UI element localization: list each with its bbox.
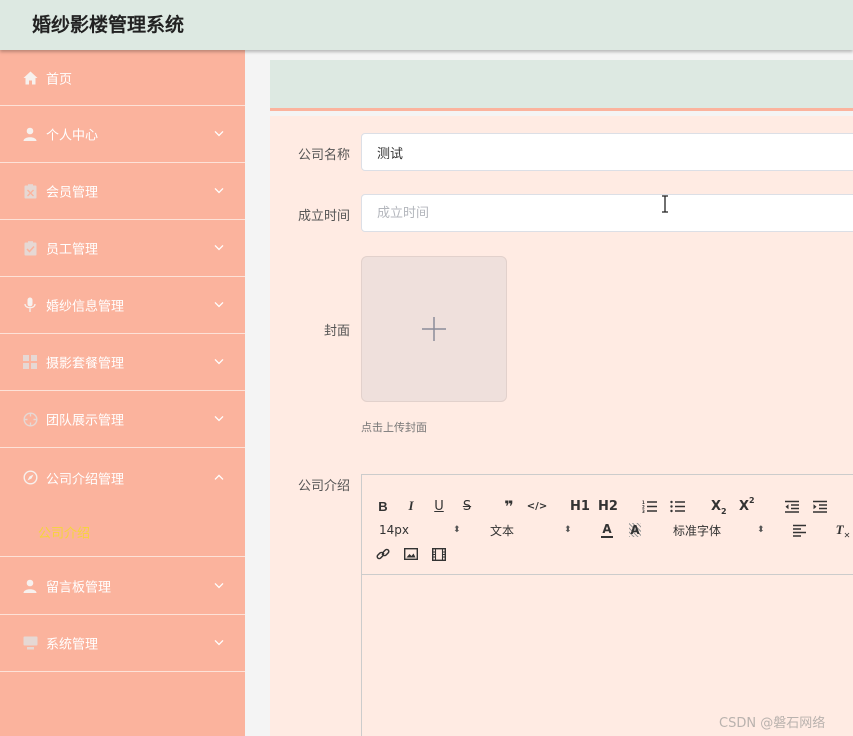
image-icon[interactable] bbox=[400, 544, 422, 564]
font-color-icon[interactable]: A bbox=[596, 520, 618, 540]
align-left-icon[interactable] bbox=[788, 520, 810, 540]
sidebar-item-photo-package[interactable]: 摄影套餐管理 bbox=[0, 334, 245, 391]
cover-upload-button[interactable] bbox=[361, 256, 507, 402]
text-cursor-icon bbox=[662, 195, 668, 213]
blockquote-icon[interactable]: ❞ bbox=[498, 496, 520, 516]
company-intro-label: 公司介绍 bbox=[297, 479, 350, 494]
user-icon bbox=[22, 126, 38, 142]
font-family-select[interactable]: 标准字体 ⬍ bbox=[673, 520, 768, 540]
sidebar-item-label: 公司介绍管理 bbox=[46, 472, 125, 487]
sidebar: 首页 个人中心 会员管理 员工管理 婚纱信息管理 摄影套餐管理 团队展示管理 公… bbox=[0, 50, 245, 736]
heading1-label: H1 bbox=[570, 498, 590, 514]
main-content: 公司名称 成立时间 封面 点击上传封面 公司介绍 B I U S ❞ </> H… bbox=[245, 50, 853, 736]
founded-date-label: 成立时间 bbox=[297, 209, 350, 224]
sidebar-item-label: 留言板管理 bbox=[46, 580, 112, 595]
sidebar-item-label: 系统管理 bbox=[46, 637, 99, 653]
chevron-down-icon bbox=[214, 358, 224, 365]
sidebar-item-label: 个人中心 bbox=[46, 128, 99, 144]
superscript-label: X bbox=[739, 498, 750, 514]
font-size-select[interactable]: 14px ⬍ bbox=[379, 520, 463, 540]
sidebar-item-company-intro-management[interactable]: 公司介绍管理 bbox=[0, 448, 245, 507]
watermark: CSDN @磐石网络 bbox=[719, 716, 826, 731]
code-icon[interactable]: </> bbox=[526, 496, 548, 516]
sidebar-item-label: 婚纱信息管理 bbox=[46, 299, 125, 315]
sidebar-item-label: 首页 bbox=[46, 72, 73, 87]
upload-tip: 点击上传封面 bbox=[361, 421, 427, 434]
chevron-down-icon bbox=[214, 244, 224, 251]
sidebar-subitem-label: 公司介绍 bbox=[38, 526, 91, 541]
chevron-down-icon bbox=[214, 415, 224, 422]
block-type-value: 文本 bbox=[490, 523, 515, 538]
sidebar-subitem-company-intro[interactable]: 公司介绍 bbox=[0, 507, 245, 557]
sidebar-item-label: 会员管理 bbox=[46, 185, 99, 201]
bold-button[interactable]: B bbox=[372, 496, 394, 516]
sidebar-item-team-display[interactable]: 团队展示管理 bbox=[0, 391, 245, 448]
home-icon bbox=[22, 70, 38, 86]
subscript-label: X bbox=[711, 498, 722, 514]
sidebar-item-home[interactable]: 首页 bbox=[0, 50, 245, 106]
video-icon[interactable] bbox=[428, 544, 450, 564]
chevron-down-icon bbox=[214, 639, 224, 646]
clipboard-icon bbox=[22, 183, 38, 199]
app-title: 婚纱影楼管理系统 bbox=[32, 14, 185, 36]
clipboard-check-icon bbox=[22, 240, 38, 256]
strikethrough-button[interactable]: S bbox=[456, 496, 478, 516]
chevron-down-icon bbox=[214, 301, 224, 308]
select-arrows-icon: ⬍ bbox=[564, 524, 572, 535]
background-color-icon[interactable]: A bbox=[624, 520, 646, 540]
compass-icon bbox=[22, 470, 38, 486]
grid-icon bbox=[22, 354, 38, 370]
sidebar-item-message-board[interactable]: 留言板管理 bbox=[0, 557, 245, 615]
font-family-value: 标准字体 bbox=[673, 523, 722, 538]
user-icon bbox=[22, 578, 38, 594]
clear-format-icon[interactable]: T ✕ bbox=[832, 520, 853, 540]
sidebar-item-label: 员工管理 bbox=[46, 242, 99, 258]
plus-icon bbox=[422, 317, 446, 341]
link-icon[interactable] bbox=[372, 544, 394, 564]
svg-text:3: 3 bbox=[642, 509, 645, 513]
sidebar-item-member-management[interactable]: 会员管理 bbox=[0, 163, 245, 220]
monitor-icon bbox=[22, 635, 38, 651]
subscript-button[interactable]: X2 bbox=[711, 496, 731, 517]
chevron-down-icon bbox=[214, 582, 224, 588]
sidebar-item-system-management[interactable]: 系统管理 bbox=[0, 615, 245, 672]
crosshair-icon bbox=[22, 411, 38, 427]
chevron-up-icon bbox=[214, 473, 224, 480]
superscript-button[interactable]: X2 bbox=[739, 496, 759, 516]
heading2-label: H2 bbox=[598, 498, 618, 514]
chevron-down-icon bbox=[214, 187, 224, 194]
chevron-down-icon bbox=[214, 130, 224, 137]
bullet-list-icon[interactable] bbox=[667, 496, 689, 516]
heading1-button[interactable]: H1 bbox=[570, 496, 592, 516]
breadcrumb-bar bbox=[270, 60, 853, 111]
rich-text-editor: B I U S ❞ </> H1 H2 123 X2 X2 14px ⬍ 文本 … bbox=[361, 474, 853, 736]
founded-date-input[interactable] bbox=[361, 194, 853, 232]
sidebar-item-label: 摄影套餐管理 bbox=[46, 356, 125, 372]
font-size-value: 14px bbox=[379, 523, 409, 537]
underline-button[interactable]: U bbox=[428, 496, 450, 516]
select-arrows-icon: ⬍ bbox=[757, 524, 765, 535]
sidebar-item-label: 团队展示管理 bbox=[46, 413, 125, 429]
sidebar-item-personal-center[interactable]: 个人中心 bbox=[0, 106, 245, 163]
microphone-icon bbox=[22, 297, 38, 313]
editor-toolbar: B I U S ❞ </> H1 H2 123 X2 X2 14px ⬍ 文本 … bbox=[362, 475, 853, 575]
company-name-input[interactable] bbox=[361, 133, 853, 171]
sidebar-item-staff-management[interactable]: 员工管理 bbox=[0, 220, 245, 277]
company-name-label: 公司名称 bbox=[297, 148, 350, 163]
sidebar-item-wedding-dress-info[interactable]: 婚纱信息管理 bbox=[0, 277, 245, 334]
select-arrows-icon: ⬍ bbox=[453, 524, 461, 535]
ordered-list-icon[interactable]: 123 bbox=[639, 496, 661, 516]
italic-button[interactable]: I bbox=[400, 496, 422, 516]
block-type-select[interactable]: 文本 ⬍ bbox=[490, 520, 574, 540]
heading2-button[interactable]: H2 bbox=[598, 496, 620, 516]
indent-icon[interactable] bbox=[809, 496, 831, 516]
company-intro-form: 公司名称 成立时间 封面 点击上传封面 公司介绍 B I U S ❞ </> H… bbox=[270, 116, 853, 736]
outdent-icon[interactable] bbox=[781, 496, 803, 516]
cover-label: 封面 bbox=[323, 324, 350, 339]
top-header: 婚纱影楼管理系统 bbox=[0, 0, 853, 50]
